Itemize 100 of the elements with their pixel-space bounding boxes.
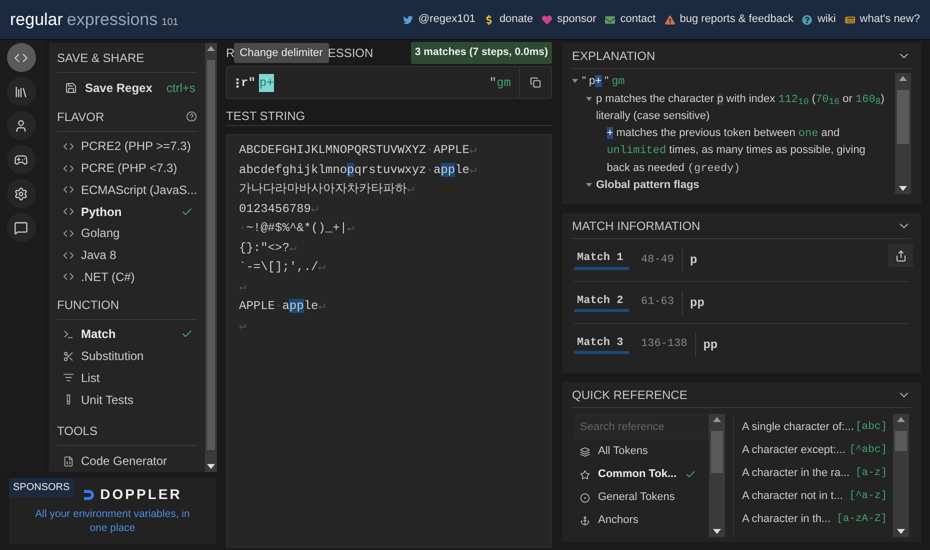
flavor-item[interactable]: .NET (C#) bbox=[57, 266, 198, 288]
match-status-badge: 3 matches (7 steps, 0.0ms) bbox=[410, 42, 552, 64]
gamepad-icon bbox=[14, 152, 28, 166]
warning-icon bbox=[664, 14, 675, 24]
envelope-icon bbox=[605, 14, 616, 24]
test-string-line: `-=\[];',./↵ bbox=[239, 259, 326, 276]
nav-link[interactable]: @regex101 bbox=[403, 11, 476, 28]
code-icon bbox=[63, 184, 74, 196]
code-icon bbox=[63, 250, 74, 260]
match-range: 48-49 bbox=[641, 252, 674, 268]
nav-link[interactable]: bug reports & feedback bbox=[664, 11, 794, 28]
match-range: 61-63 bbox=[641, 295, 674, 310]
match-value: pp bbox=[695, 332, 718, 356]
stack-icon bbox=[580, 446, 590, 456]
search-field[interactable]: Search reference bbox=[574, 414, 709, 440]
reference-item[interactable]: A character in th... [a-zA-Z] bbox=[742, 508, 887, 531]
function-item[interactable]: List bbox=[57, 366, 198, 389]
rail-button[interactable] bbox=[6, 111, 36, 140]
check-icon bbox=[181, 206, 194, 218]
flavor-item[interactable]: PCRE2 (PHP >=7.3) bbox=[57, 136, 198, 158]
category-item[interactable]: Common Tok... bbox=[574, 463, 709, 486]
match-label[interactable]: Match 2 bbox=[574, 292, 629, 312]
section-title: SAVE & SHARE bbox=[57, 50, 144, 67]
test-string-line: ·~!@#$%^&*()_+|↵ bbox=[239, 220, 354, 237]
caret-icon[interactable] bbox=[586, 183, 592, 187]
bird-icon bbox=[403, 14, 414, 24]
test-string-line: APPLE·app le↵ bbox=[239, 298, 326, 315]
category-item[interactable]: Anchors bbox=[574, 509, 709, 532]
function-item[interactable]: Unit Tests bbox=[57, 388, 198, 410]
flavor-item[interactable]: Java 8 bbox=[57, 244, 198, 266]
code-icon bbox=[63, 162, 74, 174]
list-icon bbox=[63, 372, 74, 384]
nav-link[interactable]: donate bbox=[484, 11, 534, 28]
export-button[interactable] bbox=[888, 244, 913, 267]
sponsor-tagline: All your environment variables, in one place bbox=[34, 507, 191, 535]
rail-button[interactable] bbox=[6, 213, 36, 242]
delimiter-handle-icon[interactable] bbox=[236, 78, 239, 88]
tool-item[interactable]: Code Generator bbox=[57, 450, 198, 472]
flavor-item[interactable]: Python bbox=[57, 200, 198, 222]
match-label[interactable]: Match 3 bbox=[574, 334, 629, 354]
reference-item[interactable]: A character in the ra... [a-z] bbox=[742, 462, 887, 485]
match-label[interactable]: Match 1 bbox=[574, 250, 629, 270]
rail-button[interactable] bbox=[6, 179, 36, 208]
regex-field[interactable]: r" p+ "gm bbox=[226, 66, 552, 99]
help-icon[interactable] bbox=[186, 111, 198, 122]
nav-link[interactable]: contact bbox=[605, 11, 656, 28]
rail-button[interactable] bbox=[6, 77, 36, 106]
match-value: pp bbox=[682, 290, 704, 314]
code-icon bbox=[63, 228, 74, 239]
caret-icon[interactable] bbox=[572, 79, 578, 83]
test-string-line: {}:"<>?↵ bbox=[239, 240, 297, 256]
flavor-item[interactable]: Golang bbox=[57, 222, 198, 244]
scrollbar[interactable] bbox=[895, 73, 911, 194]
test-string-line: 0123456789↵ bbox=[239, 200, 318, 218]
category-item[interactable]: All Tokens bbox=[574, 440, 709, 463]
flavor-item[interactable]: ECMAScript (JavaS... bbox=[57, 179, 198, 201]
floppy-icon bbox=[65, 82, 77, 94]
reference-item[interactable]: A character except:... [^abc] bbox=[742, 439, 887, 462]
section-title: FLAVOR bbox=[57, 108, 104, 126]
explanation-text: p matches the character p with index 112$_{10}$ (70$_{16}$ or 160$_{8}$) literally (case sensitive) bbox=[596, 92, 886, 124]
flavor-item[interactable]: PCRE (PHP <7.3) bbox=[57, 157, 198, 180]
test-string-line: ↵ bbox=[239, 318, 246, 334]
nav-link[interactable]: what's new? bbox=[844, 11, 920, 28]
logo[interactable]: regular expressions 101 bbox=[10, 6, 178, 32]
nav-link[interactable]: wiki bbox=[802, 11, 836, 28]
test-string-editor[interactable]: ABCDEFGHIJKLMNOPQRSTUVWXYZ·APPLE↵ abcdefghijklmnopqrstuvwxyz·apple↵ 가나다라마바사아자차카타파하↵ 0123456789↵ ·~!@#$%^&*()_+|↵ {}:"<>?↵ `-=\[];',./↵ ↵ APPLE·app le↵ ↵ bbox=[226, 134, 552, 548]
nav-link[interactable]: sponsor bbox=[542, 11, 596, 28]
reference-item[interactable]: A character not in t... [^a-z] bbox=[742, 485, 887, 508]
explanation-text: " p+ " gm bbox=[582, 74, 625, 90]
sponsor-card[interactable]: SPONSORS DOPPLER All your environment variables, in one place bbox=[9, 478, 216, 544]
section-title: TOOLS bbox=[57, 423, 98, 440]
save-regex-button[interactable]: Save Regex ctrl+s bbox=[57, 77, 198, 100]
caret-icon[interactable] bbox=[586, 96, 592, 100]
function-item[interactable]: Substitution bbox=[57, 345, 198, 367]
section-title: FUNCTION bbox=[57, 296, 119, 314]
function-item[interactable]: Match bbox=[57, 324, 198, 346]
explanation-text: Global pattern flags bbox=[596, 178, 700, 193]
terminal-icon bbox=[63, 328, 74, 340]
explanation-text: + matches the previous token between one and unlimited times, as many times as possible, giving back as needed (greedy) bbox=[606, 126, 866, 176]
tooltip: Change delimiter bbox=[234, 42, 329, 64]
dollar-icon bbox=[484, 14, 494, 24]
rail-button[interactable] bbox=[6, 145, 36, 174]
test-string-line: ↵ bbox=[239, 278, 246, 296]
panel-title: QUICK REFERENCE bbox=[572, 386, 688, 404]
scrollbar[interactable] bbox=[205, 43, 217, 472]
star-icon bbox=[580, 470, 590, 480]
code-icon bbox=[63, 140, 74, 152]
scrollbar[interactable] bbox=[709, 414, 725, 537]
rail-button[interactable] bbox=[6, 43, 36, 72]
heart-icon bbox=[542, 14, 552, 24]
scrollbar[interactable] bbox=[893, 414, 909, 537]
check-icon bbox=[684, 469, 696, 480]
category-item[interactable]: General Tokens bbox=[574, 486, 709, 509]
section-title: ESSION bbox=[328, 45, 374, 62]
scissors-icon bbox=[63, 350, 74, 362]
reference-item[interactable]: A single character of:...[abc] bbox=[742, 416, 887, 439]
help-icon bbox=[802, 14, 812, 24]
code-icon bbox=[63, 271, 74, 282]
section-title: TEST STRING bbox=[226, 108, 306, 124]
test-string-line: ABCDEFGHIJKLMNOPQRSTUVWXYZ·APPLE↵ bbox=[239, 142, 477, 159]
